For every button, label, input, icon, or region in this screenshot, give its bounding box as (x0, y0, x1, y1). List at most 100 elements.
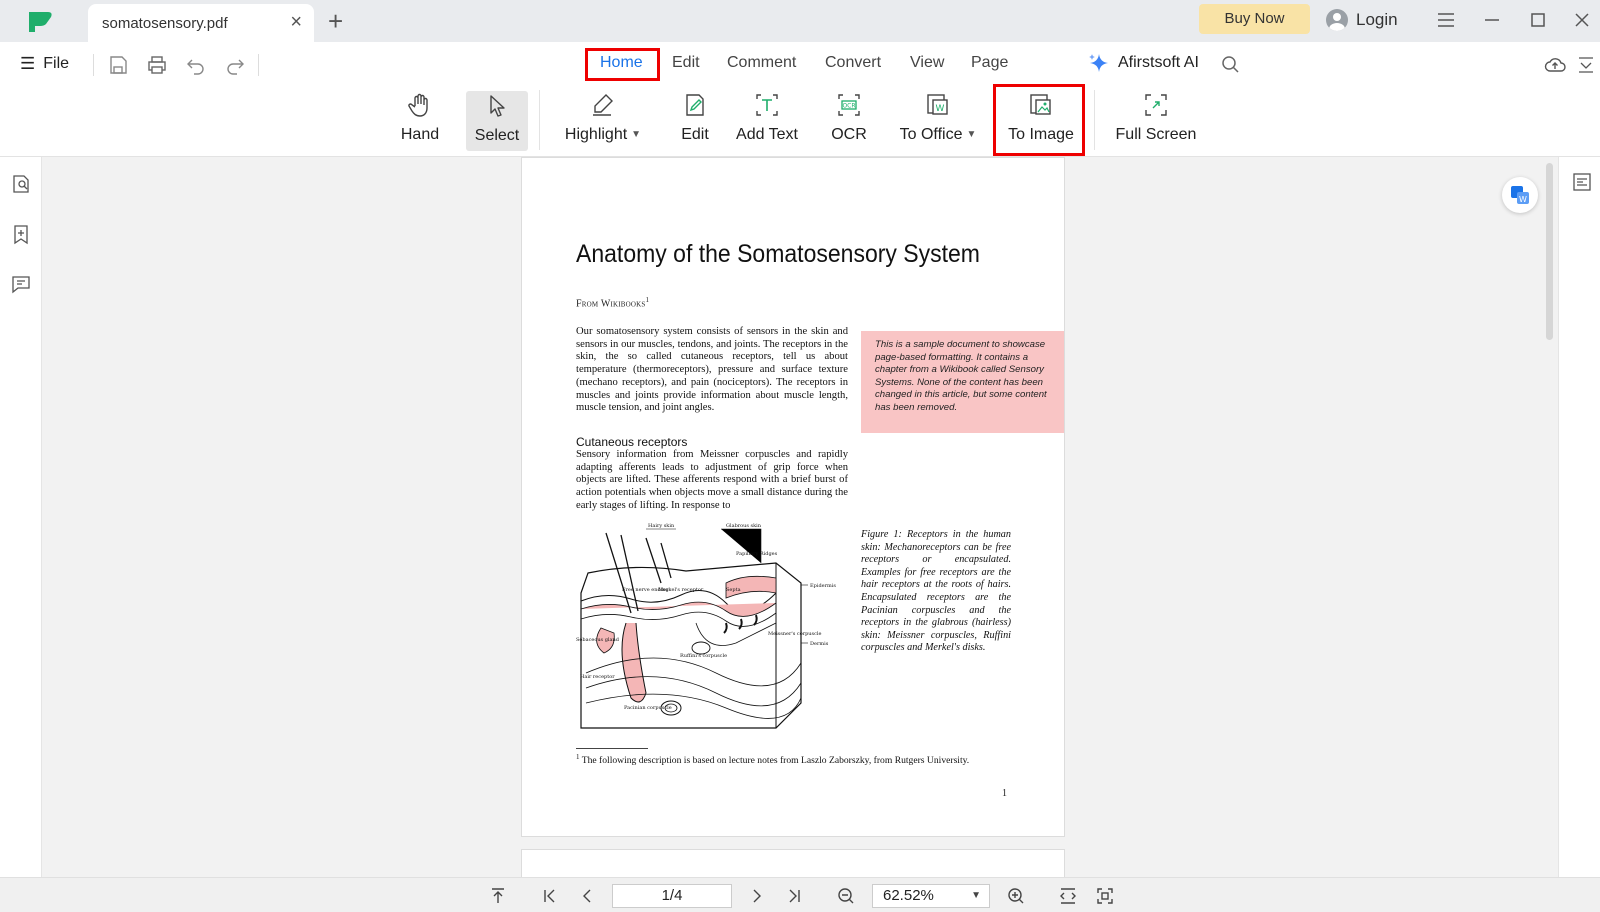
divider (1094, 90, 1095, 150)
section-heading: Cutaneous receptors (576, 435, 688, 449)
properties-panel-icon[interactable] (1571, 171, 1593, 193)
figure-label-septa: Septa (726, 587, 741, 593)
previous-page-icon[interactable] (577, 886, 597, 906)
last-page-icon[interactable] (784, 886, 804, 906)
svg-text:OCR: OCR (842, 103, 855, 110)
figure-label-hairy-skin: Hairy skin (648, 523, 675, 529)
add-text-icon (756, 94, 778, 116)
next-page-icon[interactable] (747, 886, 767, 906)
minimize-icon[interactable] (1480, 8, 1504, 32)
edit-tool-button[interactable]: Edit (670, 90, 720, 150)
buy-now-button[interactable]: Buy Now (1199, 4, 1310, 34)
svg-text:W: W (936, 104, 945, 114)
left-sidebar (0, 157, 42, 877)
footnote-rule (576, 748, 648, 749)
cloud-upload-icon[interactable] (1544, 54, 1566, 76)
note-box: This is a sample document to showcase pa… (861, 331, 1064, 433)
app-logo-icon (29, 12, 52, 32)
zoom-out-icon[interactable] (836, 886, 856, 906)
maximize-icon[interactable] (1526, 8, 1550, 32)
close-window-icon[interactable] (1570, 8, 1594, 32)
file-menu-button[interactable]: ☰ File (20, 54, 69, 74)
document-tab[interactable]: somatosensory.pdf × (88, 4, 314, 42)
tab-view[interactable]: View (910, 54, 944, 72)
fit-page-icon[interactable] (1095, 886, 1115, 906)
figure-caption: Figure 1: Receptors in the human skin: M… (861, 529, 1011, 654)
select-label: Select (474, 127, 520, 144)
hand-label: Hand (400, 126, 440, 143)
login-button[interactable]: Login (1326, 7, 1398, 33)
tab-comment[interactable]: Comment (727, 54, 796, 72)
ocr-button[interactable]: OCR OCR (826, 90, 872, 150)
zoom-in-icon[interactable] (1006, 886, 1026, 906)
file-label: File (43, 55, 70, 72)
full-screen-label: Full Screen (1115, 126, 1197, 143)
highlighter-icon (593, 94, 613, 116)
full-screen-icon (1145, 94, 1167, 116)
select-tool-button[interactable]: Select (466, 91, 528, 151)
login-label: Login (1356, 10, 1398, 29)
ai-assistant-button[interactable]: Afirstsoft AI (1088, 52, 1199, 74)
highlight-dropdown-icon[interactable]: ▼ (631, 129, 641, 140)
ai-label: Afirstsoft AI (1118, 54, 1199, 71)
tab-convert[interactable]: Convert (825, 54, 881, 72)
figure-label-meissner: Meissner's corpuscle (768, 631, 821, 637)
sparkle-icon (1089, 54, 1108, 72)
home-tab-highlight (585, 48, 660, 81)
page-number-input[interactable]: 1/4 (612, 884, 732, 908)
print-icon[interactable] (146, 54, 168, 76)
save-icon[interactable] (107, 54, 129, 76)
footnote-text: The following description is based on le… (581, 755, 970, 767)
svg-text:W: W (1519, 195, 1527, 204)
redo-icon[interactable] (224, 54, 246, 76)
menu-bar: ☰ File Home Edit Comment Convert View Pa… (0, 42, 1600, 86)
zoom-level-select[interactable]: 62.52% ▼ (872, 884, 990, 908)
menu-icon[interactable] (1434, 8, 1458, 32)
figure-label-pacinian: Pacinian corpuscle (624, 705, 672, 711)
edit-document-icon (686, 94, 704, 116)
figure-label-hair-receptor: Hair receptor (580, 674, 615, 680)
figure-label-epidermis: Epidermis (810, 583, 836, 589)
hamburger-icon: ☰ (20, 54, 36, 73)
highlight-tool-button[interactable]: Highlight ▼ (558, 90, 648, 150)
pdf-page-next (521, 849, 1065, 879)
to-office-label: To Office (899, 126, 963, 143)
full-screen-button[interactable]: Full Screen (1114, 90, 1198, 150)
document-title: Anatomy of the Somatosensory System (576, 240, 980, 268)
search-icon[interactable] (1220, 54, 1242, 76)
figure-label-ruffini: Ruffini's corpuscle (680, 653, 727, 659)
translate-button[interactable]: W (1502, 177, 1538, 213)
divider (258, 54, 259, 76)
figure-label-papillary-ridges: Papillary Ridges (736, 551, 778, 557)
scroll-to-top-icon[interactable] (488, 886, 508, 906)
page-thumbnails-icon[interactable] (10, 173, 32, 195)
to-office-dropdown-icon[interactable]: ▼ (966, 129, 976, 140)
fit-width-icon[interactable] (1058, 886, 1078, 906)
ocr-icon: OCR (838, 94, 860, 116)
avatar-icon (1326, 9, 1348, 31)
comments-icon[interactable] (10, 273, 32, 295)
undo-icon[interactable] (185, 54, 207, 76)
tab-page[interactable]: Page (971, 54, 1008, 72)
bookmark-icon[interactable] (10, 223, 32, 245)
first-page-icon[interactable] (540, 886, 560, 906)
collapse-toolbar-icon[interactable] (1577, 54, 1595, 76)
new-tab-icon[interactable]: + (328, 6, 343, 36)
right-sidebar (1558, 157, 1600, 877)
paragraph-intro: Our somatosensory system consists of sen… (576, 326, 848, 414)
footnote: 1 The following description is based on … (576, 753, 969, 766)
tab-edit[interactable]: Edit (672, 54, 700, 72)
ribbon-toolbar: Hand Select Highlight ▼ Edit Add Text OCR (0, 86, 1600, 157)
figure-label-glabrous-skin: Glabrous skin (726, 523, 762, 529)
cursor-icon (490, 95, 505, 117)
highlight-label: Highlight (564, 126, 628, 143)
footnote-marker: 1 (576, 753, 580, 761)
add-text-button[interactable]: Add Text (732, 90, 802, 150)
vertical-scrollbar[interactable] (1546, 163, 1553, 340)
edit-label: Edit (681, 126, 709, 143)
to-office-button[interactable]: W To Office ▼ (894, 90, 982, 150)
hand-tool-button[interactable]: Hand (392, 90, 448, 150)
close-tab-icon[interactable]: × (290, 12, 302, 32)
to-image-highlight (993, 84, 1085, 156)
hand-icon (408, 93, 428, 117)
